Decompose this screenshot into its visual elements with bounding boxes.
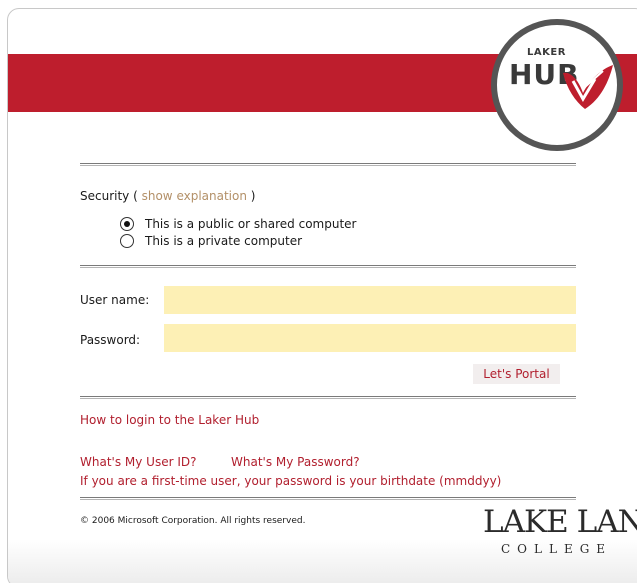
security-label: Security (: [80, 189, 138, 203]
divider: [80, 396, 576, 399]
college-logo-name: LAKE LAND: [483, 504, 637, 540]
shield-icon: [563, 65, 613, 109]
lets-portal-button[interactable]: Let's Portal: [473, 364, 560, 384]
username-input[interactable]: [164, 286, 576, 314]
radio-option-private[interactable]: This is a private computer: [120, 234, 302, 248]
radio-option-public[interactable]: This is a public or shared computer: [120, 217, 356, 231]
divider: [80, 265, 576, 268]
radio-label-public: This is a public or shared computer: [145, 217, 357, 231]
password-input[interactable]: [164, 324, 576, 352]
how-to-login-link[interactable]: How to login to the Laker Hub: [80, 413, 259, 427]
divider: [80, 163, 576, 166]
radio-public[interactable]: [120, 217, 134, 231]
username-label: User name:: [80, 293, 150, 307]
password-link[interactable]: What's My Password?: [231, 455, 360, 469]
divider: [80, 497, 576, 500]
copyright-text: © 2006 Microsoft Corporation. All rights…: [80, 516, 306, 526]
security-heading: Security ( show explanation ): [80, 189, 255, 203]
radio-private[interactable]: [120, 234, 134, 248]
radio-label-private: This is a private computer: [145, 234, 303, 248]
security-close-paren: ): [250, 189, 256, 203]
show-explanation-link[interactable]: show explanation: [142, 189, 247, 203]
user-id-link[interactable]: What's My User ID?: [80, 455, 196, 469]
first-time-note: If you are a first-time user, your passw…: [80, 474, 502, 488]
password-label: Password:: [80, 333, 141, 347]
college-logo-sub: COLLEGE: [501, 542, 613, 556]
login-card: LAKER HUB Security ( show explanation ) …: [7, 8, 637, 583]
laker-hub-logo: LAKER HUB: [491, 19, 623, 151]
